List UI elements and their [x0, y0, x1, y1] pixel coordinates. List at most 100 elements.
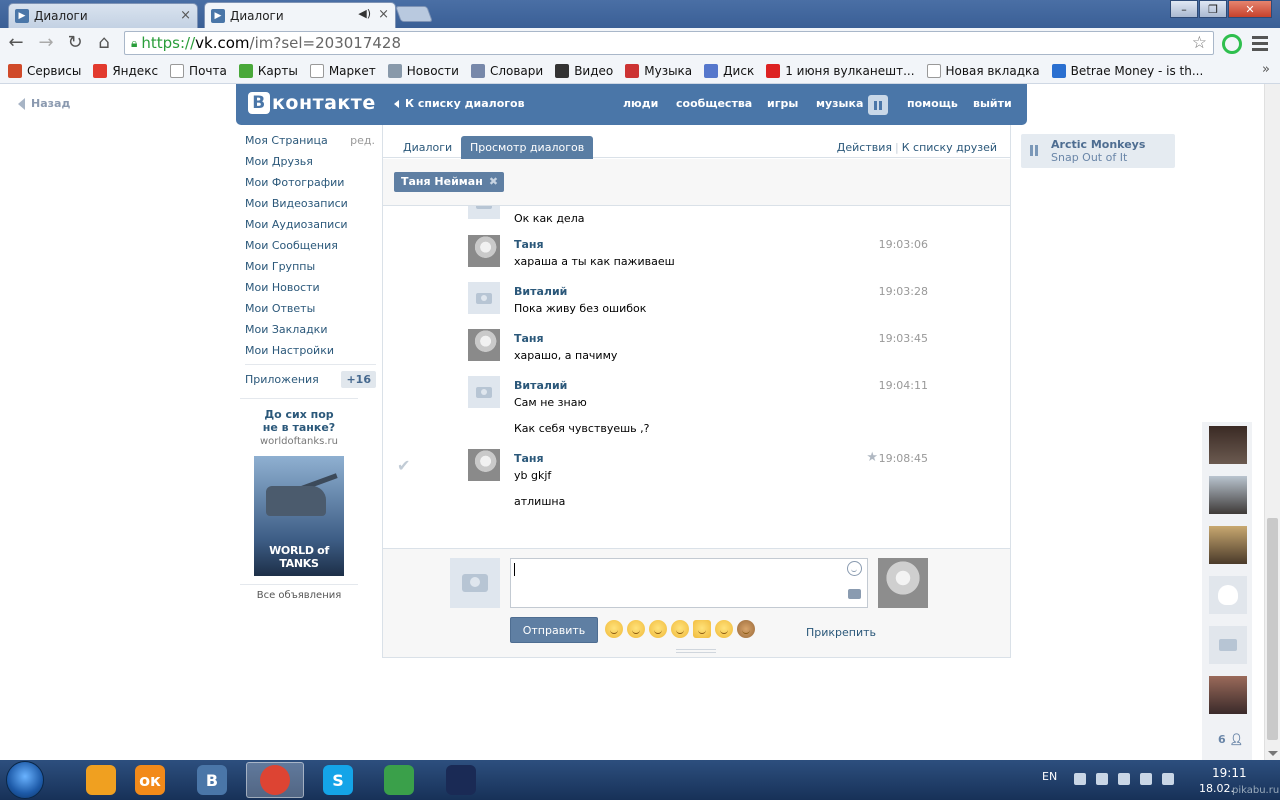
browser-tab-dialogs-1[interactable]: ▶ Диалоги ×	[8, 3, 198, 28]
taskbar-app[interactable]	[246, 762, 304, 798]
attach-link[interactable]: Прикрепить	[806, 626, 876, 639]
photo-attach-icon[interactable]	[848, 589, 861, 599]
bookmark-star-icon[interactable]: ☆	[1192, 33, 1207, 53]
bookmark-item[interactable]: Сервисы	[8, 63, 81, 78]
bookmark-item[interactable]: Яндекс	[93, 63, 158, 78]
my-avatar[interactable]	[450, 558, 500, 608]
pause-icon[interactable]	[1030, 145, 1040, 156]
friend-avatar[interactable]	[1209, 576, 1247, 614]
scroll-down-arrow-icon[interactable]	[1268, 751, 1278, 756]
left-menu-item[interactable]: Мои Закладки	[245, 323, 375, 344]
smile-icon[interactable]	[847, 561, 862, 576]
bookmarks-overflow-icon[interactable]: »	[1262, 62, 1270, 77]
message-item[interactable]: Ок как дела	[468, 206, 928, 227]
bookmark-item[interactable]: 1 июня вулканешт...	[766, 63, 915, 78]
left-menu-item[interactable]: Мои Группы	[245, 260, 375, 281]
topnav-games[interactable]: игры	[767, 97, 798, 110]
music-pause-button[interactable]	[868, 95, 888, 115]
left-menu-item[interactable]: Мои Сообщения	[245, 239, 375, 260]
left-menu-item[interactable]: Мои Фотографии	[245, 176, 375, 197]
page-scrollbar[interactable]	[1264, 84, 1280, 760]
message-item[interactable]: Таня хараша а ты как паживаеш 19:03:06	[468, 235, 928, 275]
topnav-music[interactable]: музыка	[816, 97, 863, 110]
avatar[interactable]	[468, 206, 500, 219]
start-button[interactable]	[6, 761, 44, 799]
audio-mini-player[interactable]: Arctic Monkeys Snap Out of It	[1021, 134, 1175, 168]
back-link[interactable]: Назад	[18, 97, 70, 110]
tab-close-icon[interactable]: ×	[180, 8, 191, 23]
reload-icon[interactable]: ↻	[63, 32, 87, 53]
browser-tab-dialogs-2[interactable]: ▶ Диалоги ◀) ×	[204, 2, 396, 28]
bookmark-item[interactable]: Словари	[470, 63, 543, 78]
person-chip[interactable]: Таня Нейман ✖	[394, 172, 505, 192]
browser-menu-icon[interactable]	[1252, 36, 1268, 54]
emoji-smile-icon[interactable]	[671, 620, 689, 638]
avatar[interactable]	[468, 329, 500, 361]
left-menu-item[interactable]: Мои Аудиозаписи	[245, 218, 375, 239]
message-input[interactable]	[510, 558, 868, 608]
taskbar-app[interactable]	[432, 762, 490, 798]
left-menu-item[interactable]: Мои Видеозаписи	[245, 197, 375, 218]
left-menu-item[interactable]: Мои Новости	[245, 281, 375, 302]
message-item[interactable]: Таня yb gkjf атлишна ★ 19:08:45	[468, 449, 928, 515]
message-author[interactable]: Виталий	[514, 285, 567, 298]
star-icon[interactable]: ★	[866, 450, 878, 465]
bookmark-item[interactable]: Диск	[704, 63, 754, 78]
maximize-button[interactable]: ❐	[1199, 0, 1227, 18]
emoji-kiss-icon[interactable]	[715, 620, 733, 638]
topnav-communities[interactable]: сообщества	[676, 97, 752, 110]
left-menu-item[interactable]: Мои Ответы	[245, 302, 375, 323]
edit-link[interactable]: ред.	[350, 134, 375, 155]
vk-logo[interactable]: В контакте	[248, 92, 376, 114]
tab-view-dialogs[interactable]: Просмотр диалогов	[461, 136, 594, 159]
tab-dialogs[interactable]: Диалоги	[394, 136, 461, 159]
friend-avatar[interactable]	[1209, 476, 1247, 514]
friend-avatar[interactable]	[1209, 626, 1247, 664]
forward-arrow-icon[interactable]: →	[34, 32, 58, 53]
topnav-logout[interactable]: выйти	[973, 97, 1012, 110]
emoji-thumbs-up-icon[interactable]	[693, 620, 711, 638]
new-tab-button[interactable]	[395, 6, 433, 22]
taskbar-app[interactable]: S	[309, 762, 367, 798]
message-item[interactable]: Виталий Пока живу без ошибок 19:03:28	[468, 282, 928, 322]
bookmark-item[interactable]: Новости	[387, 63, 459, 78]
topnav-help[interactable]: помощь	[907, 97, 958, 110]
apps-menu-item[interactable]: Приложения +16	[245, 371, 376, 388]
all-ads-link[interactable]: Все объявления	[240, 590, 358, 601]
clock-time[interactable]: 19:11	[1212, 766, 1247, 780]
emoji-angry-icon[interactable]	[627, 620, 645, 638]
message-author[interactable]: Таня	[514, 452, 544, 465]
remove-person-icon[interactable]: ✖	[489, 175, 498, 188]
friends-online-count[interactable]: 6 👤︎	[1218, 733, 1243, 746]
network-icon[interactable]	[1140, 773, 1152, 785]
emoji-grin-icon[interactable]	[649, 620, 667, 638]
left-menu-item[interactable]: Мои Настройки	[245, 344, 375, 365]
tab-close-icon[interactable]: ×	[378, 7, 389, 22]
to-dialogs-link[interactable]: К списку диалогов	[394, 97, 525, 110]
avatar[interactable]	[468, 376, 500, 408]
scroll-thumb[interactable]	[1267, 518, 1278, 740]
friends-list-link[interactable]: К списку друзей	[902, 141, 997, 154]
bookmark-item[interactable]: Маркет	[309, 63, 376, 78]
message-author[interactable]: Таня	[514, 332, 544, 345]
volume-icon[interactable]	[1118, 773, 1130, 785]
message-item[interactable]: Виталий Сам не знаю Как себя чувствуешь …	[468, 376, 928, 442]
close-window-button[interactable]: ✕	[1228, 0, 1272, 18]
tray-arrow-icon[interactable]	[1074, 773, 1086, 785]
home-icon[interactable]: ⌂	[92, 32, 116, 53]
flag-icon[interactable]	[1162, 773, 1174, 785]
checkmark-icon[interactable]: ✔	[397, 456, 410, 475]
clock-date[interactable]: 18.02.	[1199, 782, 1234, 795]
avatar[interactable]	[468, 449, 500, 481]
ad-image[interactable]: WORLD of TANKS	[254, 456, 344, 576]
friend-avatar[interactable]	[1209, 526, 1247, 564]
ad-title[interactable]: До сих пор не в танке?	[240, 408, 358, 434]
back-arrow-icon[interactable]: ←	[4, 32, 28, 53]
address-bar[interactable]: 🔒︎ https:// vk.com /im?sel=203017428 ☆	[124, 31, 1214, 55]
message-item[interactable]: Таня харашо, а пачиму 19:03:45	[468, 329, 928, 369]
emoji-monkey-icon[interactable]	[737, 620, 755, 638]
peer-avatar[interactable]	[878, 558, 928, 608]
friend-avatar[interactable]	[1209, 426, 1247, 464]
dropbox-icon[interactable]	[1096, 773, 1108, 785]
actions-link[interactable]: Действия	[837, 141, 892, 154]
